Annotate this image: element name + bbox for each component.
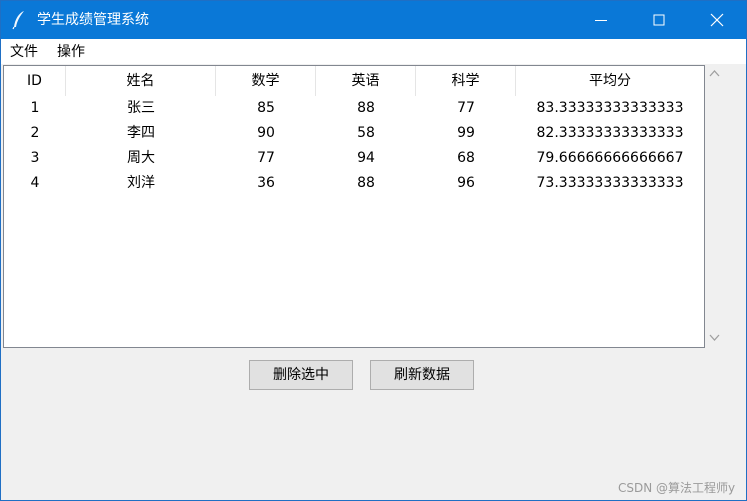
table-header: ID 姓名 数学 英语 科学 平均分 [4, 66, 704, 96]
cell-average: 82.33333333333333 [536, 125, 684, 141]
column-header-id[interactable]: ID [4, 66, 66, 96]
cell-science: 77 [457, 100, 475, 116]
app-window: 学生成绩管理系统 文件 操作 ID 姓名 数学 英语 科学 平均分 1 张三 8… [0, 0, 747, 501]
student-table[interactable]: ID 姓名 数学 英语 科学 平均分 1 张三 85 88 77 83.3333… [3, 65, 705, 348]
table-row[interactable]: 4 刘洋 36 88 96 73.33333333333333 [4, 171, 704, 196]
cell-average: 79.66666666666667 [536, 150, 684, 166]
cell-name: 张三 [127, 100, 155, 116]
feather-icon [11, 10, 27, 30]
maximize-icon [653, 14, 665, 26]
cell-science: 68 [457, 150, 475, 166]
refresh-data-button[interactable]: 刷新数据 [370, 360, 474, 390]
close-icon [710, 13, 724, 27]
close-button[interactable] [688, 1, 746, 39]
column-header-name[interactable]: 姓名 [66, 66, 216, 96]
chevron-down-icon[interactable] [709, 333, 720, 342]
column-header-english[interactable]: 英语 [316, 66, 416, 96]
cell-name: 周大 [127, 150, 155, 166]
table-row[interactable]: 3 周大 77 94 68 79.66666666666667 [4, 146, 704, 171]
menu-bar: 文件 操作 [1, 39, 746, 64]
column-header-math[interactable]: 数学 [216, 66, 316, 96]
title-bar[interactable]: 学生成绩管理系统 [1, 1, 746, 39]
minimize-icon [595, 20, 607, 21]
cell-english: 94 [357, 150, 375, 166]
cell-math: 85 [257, 100, 275, 116]
table-row[interactable]: 2 李四 90 58 99 82.33333333333333 [4, 121, 704, 146]
vertical-scrollbar[interactable] [705, 65, 724, 347]
menu-operations[interactable]: 操作 [57, 43, 85, 61]
cell-average: 73.33333333333333 [536, 175, 684, 191]
cell-science: 99 [457, 125, 475, 141]
cell-english: 88 [357, 100, 375, 116]
cell-name: 李四 [127, 125, 155, 141]
cell-science: 96 [457, 175, 475, 191]
cell-math: 90 [257, 125, 275, 141]
cell-math: 36 [257, 175, 275, 191]
maximize-button[interactable] [630, 1, 688, 39]
delete-selected-button[interactable]: 删除选中 [249, 360, 353, 390]
watermark-text: CSDN @算法工程师y [618, 481, 736, 495]
column-header-average[interactable]: 平均分 [516, 66, 704, 96]
cell-id: 3 [30, 150, 40, 166]
minimize-button[interactable] [572, 1, 630, 39]
cell-id: 2 [30, 125, 40, 141]
menu-file[interactable]: 文件 [10, 43, 38, 61]
cell-english: 58 [357, 125, 375, 141]
window-title: 学生成绩管理系统 [37, 12, 149, 28]
cell-name: 刘洋 [127, 175, 155, 191]
cell-id: 4 [30, 175, 40, 191]
cell-id: 1 [30, 100, 40, 116]
cell-average: 83.33333333333333 [536, 100, 684, 116]
cell-math: 77 [257, 150, 275, 166]
table-row[interactable]: 1 张三 85 88 77 83.33333333333333 [4, 96, 704, 121]
column-header-science[interactable]: 科学 [416, 66, 516, 96]
cell-english: 88 [357, 175, 375, 191]
chevron-up-icon[interactable] [709, 69, 720, 78]
